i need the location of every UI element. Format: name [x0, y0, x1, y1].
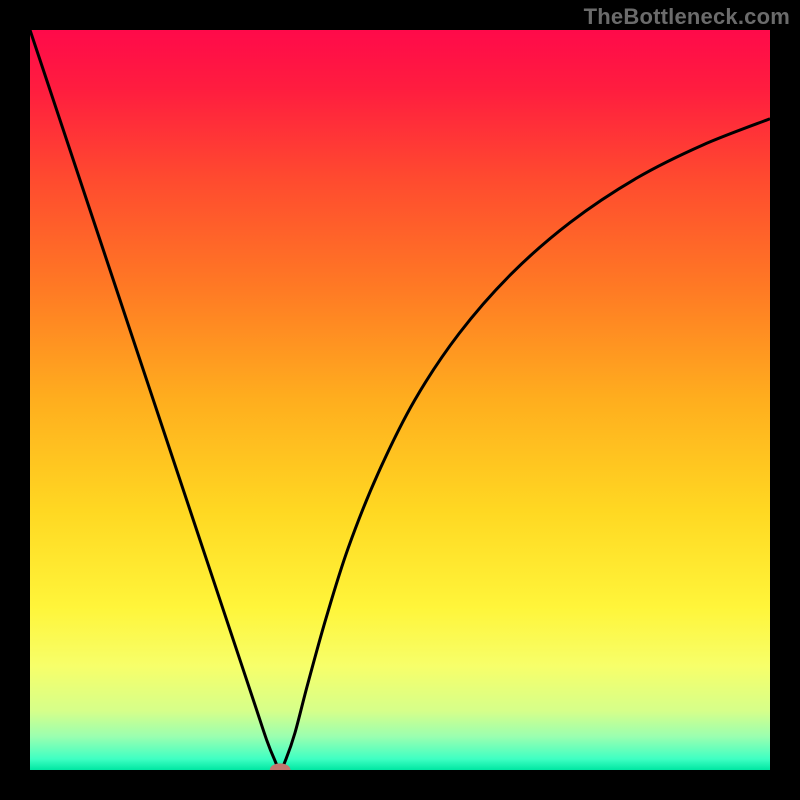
chart-canvas	[30, 30, 770, 770]
watermark-text: TheBottleneck.com	[584, 4, 790, 30]
gradient-background	[30, 30, 770, 770]
chart-frame: TheBottleneck.com	[0, 0, 800, 800]
plot-area	[30, 30, 770, 770]
